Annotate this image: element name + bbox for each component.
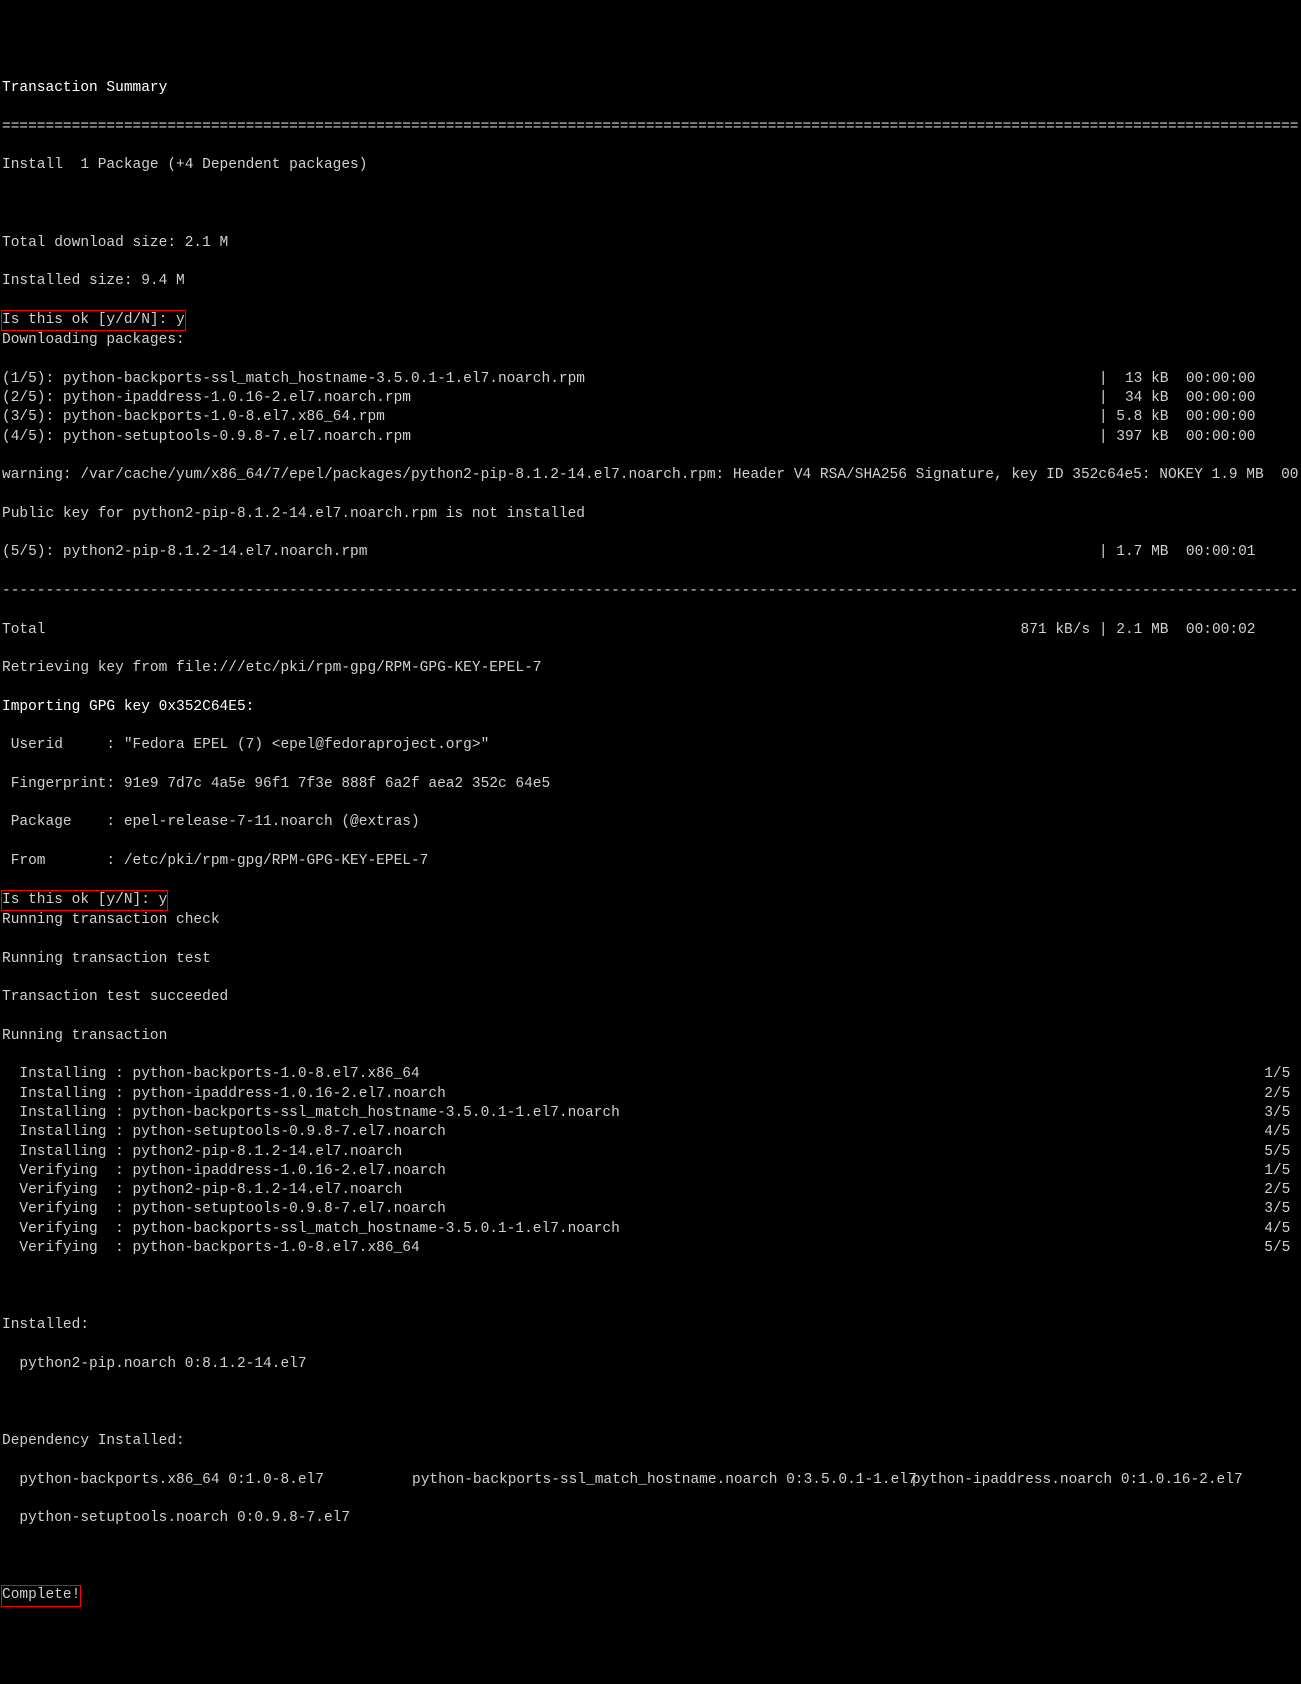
installed-size: Installed size: 9.4 M: [2, 272, 1299, 291]
separator-double: ========================================…: [2, 118, 1299, 137]
installed-header: Installed:: [2, 1316, 1299, 1335]
download-progress-list: (1/5): python-backports-ssl_match_hostna…: [2, 370, 1299, 447]
transaction-summary-title: Transaction Summary: [2, 79, 1299, 98]
transaction-row: Installing : python-backports-ssl_match_…: [2, 1104, 1299, 1123]
test-ok: Transaction test succeeded: [2, 988, 1299, 1007]
transaction-row: Verifying : python-backports-1.0-8.el7.x…: [2, 1239, 1299, 1258]
dependency-row: python-backports.x86_64 0:1.0-8.el7pytho…: [2, 1471, 1299, 1490]
pubkey-notice: Public key for python2-pip-8.1.2-14.el7.…: [2, 505, 1299, 524]
blank: [2, 1278, 1299, 1297]
download-row: (1/5): python-backports-ssl_match_hostna…: [2, 370, 1299, 389]
retrieving-key: Retrieving key from file:///etc/pki/rpm-…: [2, 659, 1299, 678]
key-userid: Userid : "Fedora EPEL (7) <epel@fedorapr…: [2, 736, 1299, 755]
download-total: Total871 kB/s | 2.1 MB 00:00:02: [2, 621, 1299, 640]
complete-message: Complete!: [1, 1585, 81, 1606]
key-from: From : /etc/pki/rpm-gpg/RPM-GPG-KEY-EPEL…: [2, 852, 1299, 871]
transaction-row: Installing : python-ipaddress-1.0.16-2.e…: [2, 1085, 1299, 1104]
key-fingerprint: Fingerprint: 91e9 7d7c 4a5e 96f1 7f3e 88…: [2, 775, 1299, 794]
gpg-warning: warning: /var/cache/yum/x86_64/7/epel/pa…: [2, 466, 1299, 485]
download-size: Total download size: 2.1 M: [2, 234, 1299, 253]
transaction-row: Installing : python-backports-1.0-8.el7.…: [2, 1065, 1299, 1084]
download-row: (3/5): python-backports-1.0-8.el7.x86_64…: [2, 408, 1299, 427]
transaction-row: Verifying : python-backports-ssl_match_h…: [2, 1220, 1299, 1239]
transaction-row: Verifying : python-ipaddress-1.0.16-2.el…: [2, 1162, 1299, 1181]
downloading-header: Downloading packages:: [2, 331, 1299, 350]
download-row-5: (5/5): python2-pip-8.1.2-14.el7.noarch.r…: [2, 543, 1299, 562]
transaction-row: Verifying : python2-pip-8.1.2-14.el7.noa…: [2, 1181, 1299, 1200]
installed-package: python2-pip.noarch 0:8.1.2-14.el7: [2, 1355, 1299, 1374]
install-summary: Install 1 Package (+4 Dependent packages…: [2, 156, 1299, 175]
blank: [2, 1393, 1299, 1412]
transaction-row: Installing : python2-pip-8.1.2-14.el7.no…: [2, 1143, 1299, 1162]
confirm-prompt-1[interactable]: Is this ok [y/d/N]: y: [1, 310, 186, 331]
download-row: (2/5): python-ipaddress-1.0.16-2.el7.noa…: [2, 389, 1299, 408]
running-transaction: Running transaction: [2, 1027, 1299, 1046]
blank: [2, 195, 1299, 214]
transaction-row: Installing : python-setuptools-0.9.8-7.e…: [2, 1123, 1299, 1142]
running-check: Running transaction check: [2, 911, 1299, 930]
transaction-row: Verifying : python-setuptools-0.9.8-7.el…: [2, 1200, 1299, 1219]
importing-key: Importing GPG key 0x352C64E5:: [2, 698, 1299, 717]
confirm-prompt-2[interactable]: Is this ok [y/N]: y: [1, 890, 168, 911]
key-package: Package : epel-release-7-11.noarch (@ext…: [2, 813, 1299, 832]
separator-dash: ----------------------------------------…: [2, 582, 1299, 601]
transaction-steps: Installing : python-backports-1.0-8.el7.…: [2, 1065, 1299, 1258]
blank: [2, 1548, 1299, 1567]
download-row: (4/5): python-setuptools-0.9.8-7.el7.noa…: [2, 428, 1299, 447]
dependency-row-2: python-setuptools.noarch 0:0.9.8-7.el7: [2, 1509, 1299, 1528]
dependency-header: Dependency Installed:: [2, 1432, 1299, 1451]
running-test: Running transaction test: [2, 950, 1299, 969]
